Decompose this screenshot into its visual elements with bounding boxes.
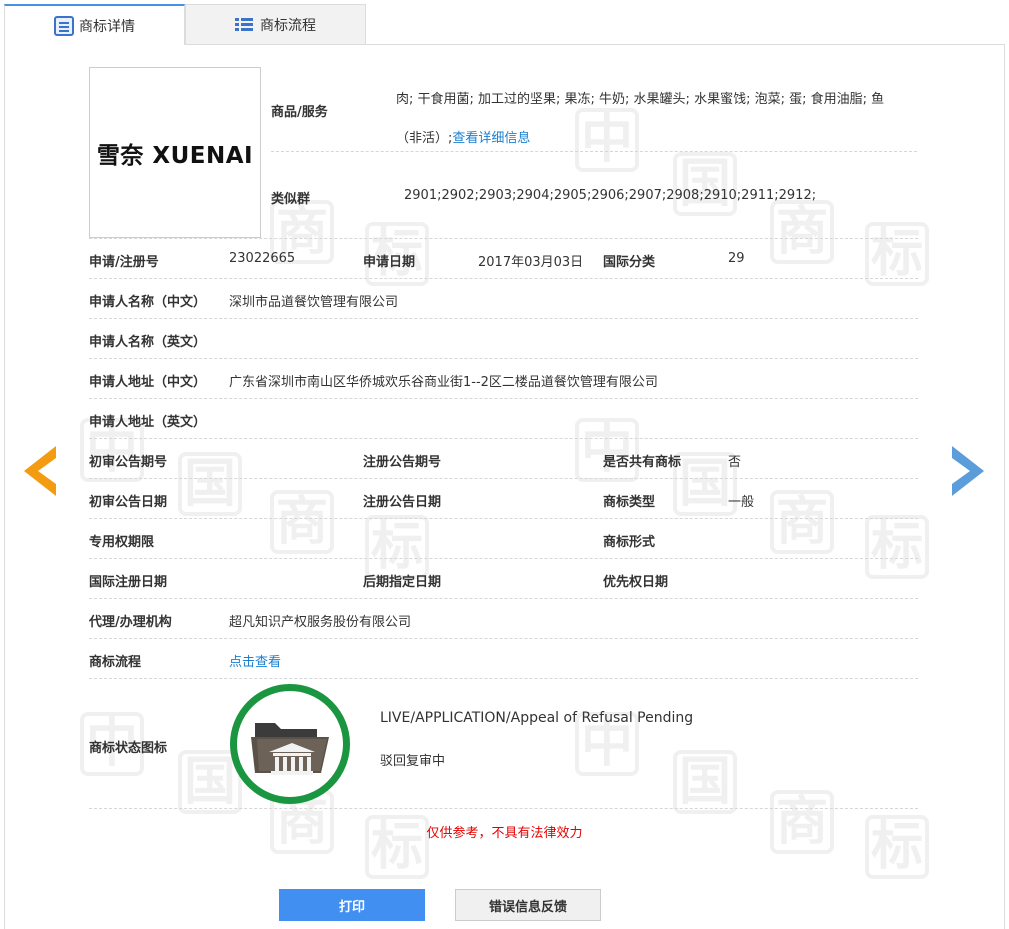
status-chinese: 驳回复审中 bbox=[380, 754, 446, 769]
prelim-pub-no-label: 初审公告期号 bbox=[89, 455, 168, 470]
divider bbox=[89, 278, 918, 279]
later-date-label: 后期指定日期 bbox=[363, 575, 442, 590]
address-en-label: 申请人地址（英文） bbox=[89, 415, 207, 430]
app-date-value: 2017年03月03日 bbox=[478, 255, 584, 270]
divider bbox=[89, 358, 918, 359]
divider bbox=[89, 638, 918, 639]
divider bbox=[89, 808, 918, 809]
tm-type-value: 一般 bbox=[728, 495, 755, 510]
reg-pub-no-label: 注册公告期号 bbox=[363, 455, 442, 470]
applicant-cn-value: 深圳市品道餐饮管理有限公司 bbox=[229, 295, 399, 310]
intl-reg-date-label: 国际注册日期 bbox=[89, 575, 168, 590]
error-feedback-button[interactable]: 错误信息反馈 bbox=[455, 889, 601, 921]
document-icon bbox=[54, 15, 74, 36]
similar-group-value: 2901;2902;2903;2904;2905;2906;2907;2908;… bbox=[404, 188, 817, 203]
applicant-cn-label: 申请人名称（中文） bbox=[89, 295, 207, 310]
tab-trademark-process[interactable]: 商标流程 bbox=[185, 4, 366, 45]
tm-type-label: 商标类型 bbox=[603, 495, 656, 510]
trademark-logo-text: 雪奈 XUENAI bbox=[96, 142, 254, 169]
applicant-en-label: 申请人名称（英文） bbox=[89, 335, 207, 350]
priority-date-label: 优先权日期 bbox=[603, 575, 669, 590]
goods-line-2: （非活）;查看详细信息 bbox=[396, 119, 916, 158]
tab-label: 商标详情 bbox=[79, 18, 135, 35]
next-arrow-cutout bbox=[952, 458, 970, 484]
agent-label: 代理/办理机构 bbox=[89, 615, 172, 630]
similar-group-label: 类似群 bbox=[271, 192, 311, 207]
divider bbox=[89, 598, 918, 599]
tm-form-label: 商标形式 bbox=[603, 535, 656, 550]
status-english: LIVE/APPLICATION/Appeal of Refusal Pendi… bbox=[380, 710, 694, 726]
intl-class-label: 国际分类 bbox=[603, 255, 656, 270]
divider bbox=[89, 438, 918, 439]
shared-label: 是否共有商标 bbox=[603, 455, 682, 470]
previous-arrow-cutout bbox=[38, 458, 56, 484]
status-icon-label: 商标状态图标 bbox=[89, 741, 168, 756]
divider bbox=[89, 518, 918, 519]
divider bbox=[89, 398, 918, 399]
view-details-link[interactable]: 查看详细信息 bbox=[452, 131, 530, 146]
divider bbox=[89, 318, 918, 319]
goods-services-value: 肉; 干食用菌; 加工过的坚果; 果冻; 牛奶; 水果罐头; 水果蜜饯; 泡菜;… bbox=[396, 80, 916, 158]
flow-label: 商标流程 bbox=[89, 655, 142, 670]
disclaimer: 仅供参考，不具有法律效力 bbox=[426, 826, 583, 841]
address-cn-value: 广东省深圳市南山区华侨城欢乐谷商业街1--2区二楼品道餐饮管理有限公司 bbox=[229, 375, 658, 390]
tab-bar: 商标详情 商标流程 bbox=[4, 4, 366, 45]
status-ring bbox=[230, 684, 350, 804]
goods-line-2-text: （非活）; bbox=[396, 131, 453, 146]
divider bbox=[271, 151, 917, 152]
folder-court-icon bbox=[251, 723, 329, 775]
intl-class-value: 29 bbox=[728, 251, 745, 266]
shared-value: 否 bbox=[728, 455, 742, 470]
prelim-pub-date-label: 初审公告日期 bbox=[89, 495, 168, 510]
divider bbox=[89, 478, 918, 479]
goods-line-1: 肉; 干食用菌; 加工过的坚果; 果冻; 牛奶; 水果罐头; 水果蜜饯; 泡菜;… bbox=[396, 92, 885, 107]
divider bbox=[89, 558, 918, 559]
divider bbox=[89, 678, 918, 679]
flow-view-link[interactable]: 点击查看 bbox=[229, 651, 281, 670]
reg-no-label: 申请/注册号 bbox=[89, 255, 159, 270]
tab-label: 商标流程 bbox=[260, 17, 316, 34]
exclusive-period-label: 专用权期限 bbox=[89, 535, 155, 550]
address-cn-label: 申请人地址（中文） bbox=[89, 375, 207, 390]
tab-trademark-details[interactable]: 商标详情 bbox=[4, 4, 185, 45]
goods-services-label: 商品/服务 bbox=[271, 105, 328, 120]
list-icon bbox=[235, 15, 255, 35]
app-date-label: 申请日期 bbox=[363, 255, 416, 270]
reg-pub-date-label: 注册公告日期 bbox=[363, 495, 442, 510]
divider bbox=[89, 238, 918, 239]
agent-value: 超凡知识产权服务股份有限公司 bbox=[229, 615, 412, 630]
trademark-image: 雪奈 XUENAI bbox=[89, 67, 261, 238]
reg-no-value: 23022665 bbox=[229, 251, 296, 266]
print-button[interactable]: 打印 bbox=[279, 889, 425, 921]
